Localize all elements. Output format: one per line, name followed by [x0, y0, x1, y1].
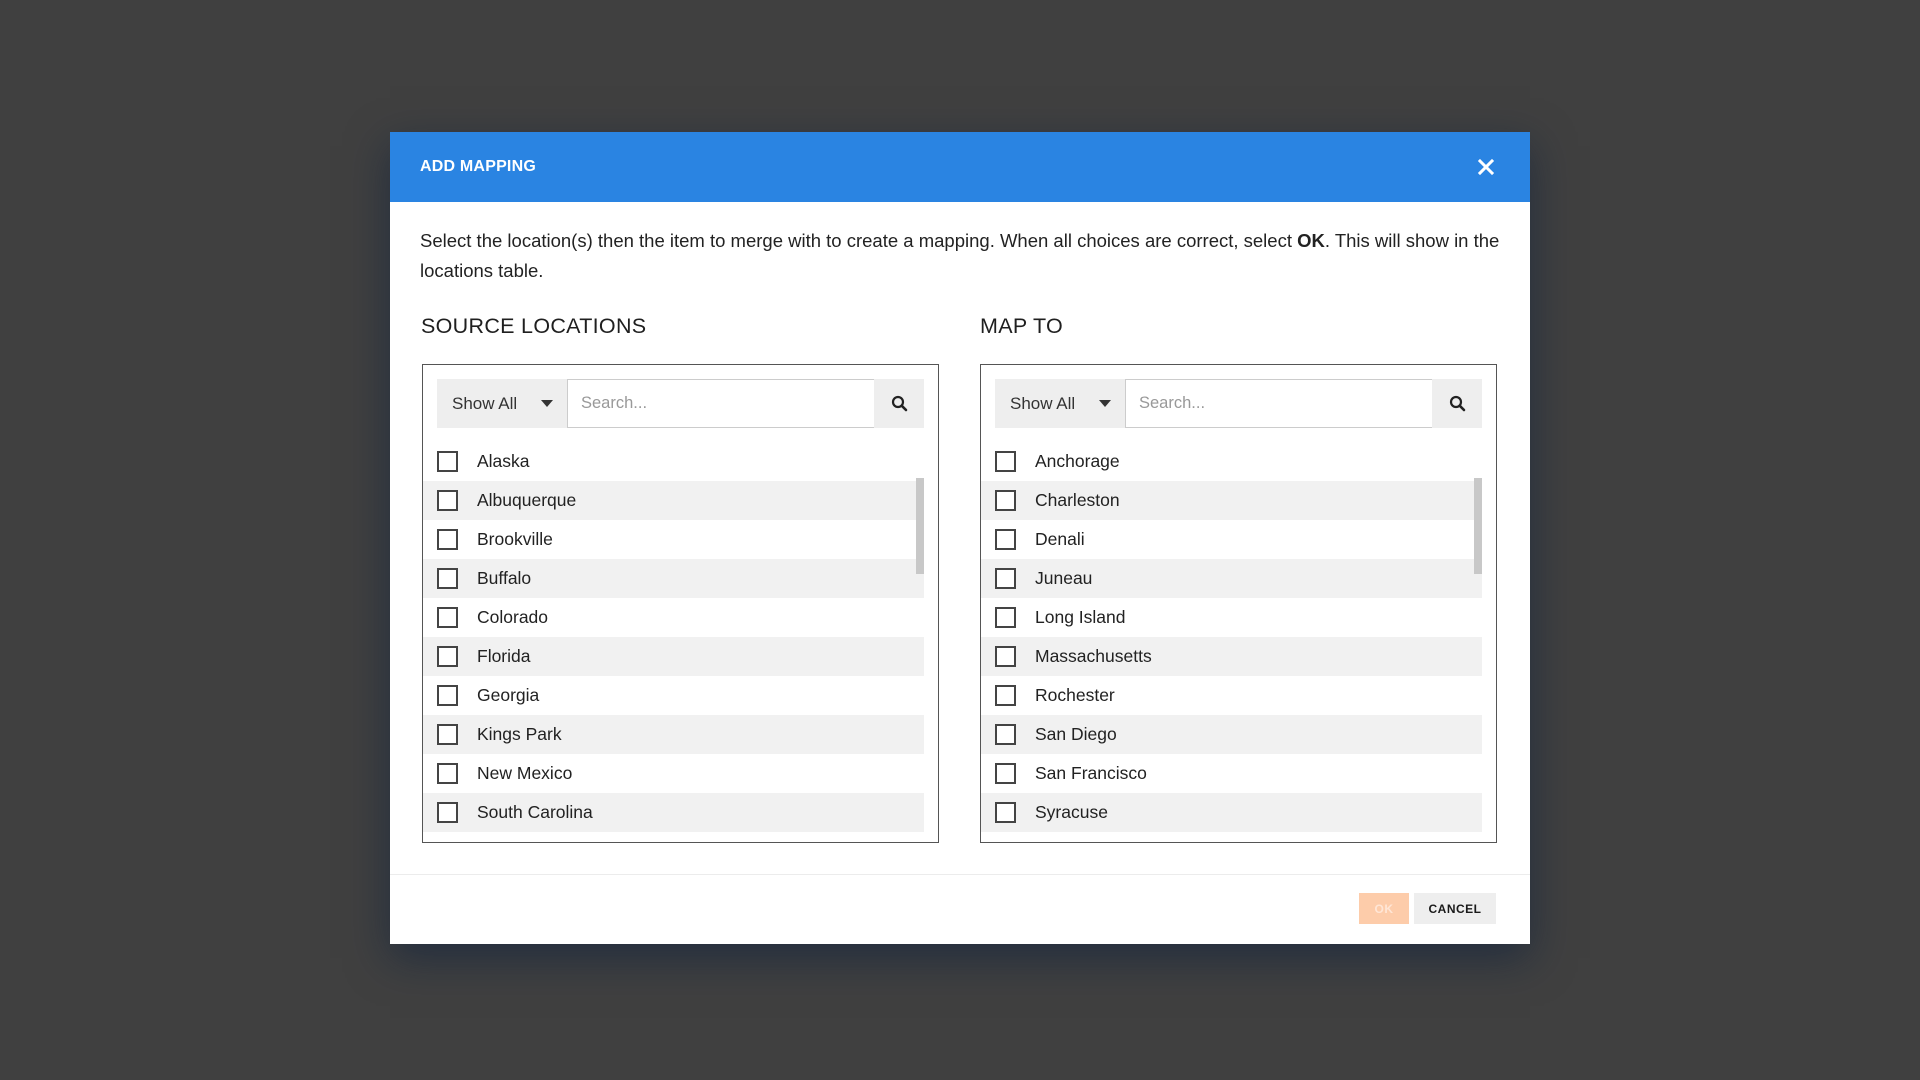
footer-divider	[390, 874, 1530, 875]
close-icon	[1477, 158, 1495, 176]
close-button[interactable]	[1472, 153, 1500, 181]
target-list-item[interactable]: Long Island	[981, 598, 1482, 637]
source-item-label: South Carolina	[477, 802, 593, 822]
source-item-checkbox[interactable]	[437, 568, 458, 589]
source-list-item[interactable]: Alaska	[423, 442, 924, 481]
target-item-checkbox[interactable]	[995, 607, 1016, 628]
source-list-item[interactable]: Albuquerque	[423, 481, 924, 520]
target-search-button[interactable]	[1432, 379, 1482, 428]
target-item-checkbox[interactable]	[995, 802, 1016, 823]
source-item-label: Colorado	[477, 607, 549, 627]
source-item-label: Georgia	[477, 685, 540, 705]
target-list-item[interactable]: San Diego	[981, 715, 1482, 754]
source-list-item[interactable]: New Mexico	[423, 754, 924, 793]
search-icon	[1449, 395, 1465, 412]
target-toolbar: Show All	[995, 379, 1482, 428]
source-locations-title: SOURCE LOCATIONS	[421, 314, 647, 338]
target-item-label: Massachusetts	[1035, 646, 1152, 666]
target-list-item[interactable]: Denali	[981, 520, 1482, 559]
instructions-ok-emphasis: OK	[1297, 230, 1325, 251]
source-item-checkbox[interactable]	[437, 802, 458, 823]
map-to-list: Anchorage Charleston Denali Juneau Long Isla…	[981, 442, 1496, 832]
target-item-checkbox[interactable]	[995, 724, 1016, 745]
source-item-checkbox[interactable]	[437, 685, 458, 706]
ok-button[interactable]: OK	[1359, 893, 1409, 924]
source-item-label: Buffalo	[477, 568, 532, 588]
source-list-item[interactable]: Florida	[423, 637, 924, 676]
source-item-checkbox[interactable]	[437, 607, 458, 628]
target-search-input[interactable]	[1125, 379, 1432, 428]
target-list-item[interactable]: Syracuse	[981, 793, 1482, 832]
chevron-down-icon	[541, 400, 553, 407]
target-item-label: San Diego	[1035, 724, 1117, 744]
target-item-label: Syracuse	[1035, 802, 1108, 822]
target-item-checkbox[interactable]	[995, 529, 1016, 550]
source-list-item[interactable]: Buffalo	[423, 559, 924, 598]
target-item-label: Denali	[1035, 529, 1085, 549]
source-item-checkbox[interactable]	[437, 451, 458, 472]
source-item-label: New Mexico	[477, 763, 573, 783]
target-item-label: Rochester	[1035, 685, 1115, 705]
instructions-text: Select the location(s) then the item to …	[420, 230, 1298, 251]
target-list-scrollbar[interactable]	[1474, 478, 1482, 574]
source-item-checkbox[interactable]	[437, 724, 458, 745]
source-item-label: Florida	[477, 646, 531, 666]
dialog-instructions: Select the location(s) then the item to …	[420, 226, 1505, 286]
target-list-item[interactable]: Anchorage	[981, 442, 1482, 481]
target-item-checkbox[interactable]	[995, 685, 1016, 706]
source-item-checkbox[interactable]	[437, 646, 458, 667]
source-locations-panel: Show All Alaska Albuquerque Brookville Buff…	[422, 364, 939, 843]
target-item-checkbox[interactable]	[995, 763, 1016, 784]
cancel-button[interactable]: CANCEL	[1414, 893, 1496, 924]
chevron-down-icon	[1099, 400, 1111, 407]
target-list-item[interactable]: Juneau	[981, 559, 1482, 598]
target-item-checkbox[interactable]	[995, 451, 1016, 472]
source-item-label: Albuquerque	[477, 490, 577, 510]
target-item-checkbox[interactable]	[995, 568, 1016, 589]
search-icon	[891, 395, 907, 412]
target-list-item[interactable]: San Francisco	[981, 754, 1482, 793]
target-item-label: Anchorage	[1035, 451, 1120, 471]
target-item-label: Charleston	[1035, 490, 1120, 510]
source-list-item[interactable]: Brookville	[423, 520, 924, 559]
target-list-item[interactable]: Rochester	[981, 676, 1482, 715]
target-item-label: Long Island	[1035, 607, 1126, 627]
source-list-scrollbar[interactable]	[916, 478, 924, 574]
source-list-item[interactable]: Georgia	[423, 676, 924, 715]
map-to-title: MAP TO	[980, 314, 1064, 338]
source-item-label: Kings Park	[477, 724, 562, 744]
source-filter-label: Show All	[452, 393, 518, 413]
source-search-button[interactable]	[874, 379, 924, 428]
source-item-checkbox[interactable]	[437, 529, 458, 550]
target-filter-dropdown[interactable]: Show All	[995, 379, 1125, 428]
dialog-title: ADD MAPPING	[420, 158, 536, 175]
source-filter-dropdown[interactable]: Show All	[437, 379, 567, 428]
target-item-checkbox[interactable]	[995, 490, 1016, 511]
source-list-item[interactable]: Kings Park	[423, 715, 924, 754]
target-item-label: Juneau	[1035, 568, 1093, 588]
add-mapping-dialog: ADD MAPPING Select the location(s) then …	[390, 132, 1530, 944]
source-item-label: Brookville	[477, 529, 553, 549]
target-item-checkbox[interactable]	[995, 646, 1016, 667]
source-list-item[interactable]: Colorado	[423, 598, 924, 637]
target-item-label: San Francisco	[1035, 763, 1147, 783]
source-toolbar: Show All	[437, 379, 924, 428]
source-item-checkbox[interactable]	[437, 763, 458, 784]
source-item-label: Alaska	[477, 451, 530, 471]
map-to-panel: Show All Anchorage Charleston Denali Juneau…	[980, 364, 1497, 843]
target-list-item[interactable]: Massachusetts	[981, 637, 1482, 676]
source-item-checkbox[interactable]	[437, 490, 458, 511]
target-filter-label: Show All	[1010, 393, 1076, 413]
source-locations-list: Alaska Albuquerque Brookville Buffalo Colora…	[423, 442, 938, 832]
target-list-item[interactable]: Charleston	[981, 481, 1482, 520]
source-list-item[interactable]: South Carolina	[423, 793, 924, 832]
source-search-input[interactable]	[567, 379, 874, 428]
dialog-header: ADD MAPPING	[390, 132, 1530, 202]
